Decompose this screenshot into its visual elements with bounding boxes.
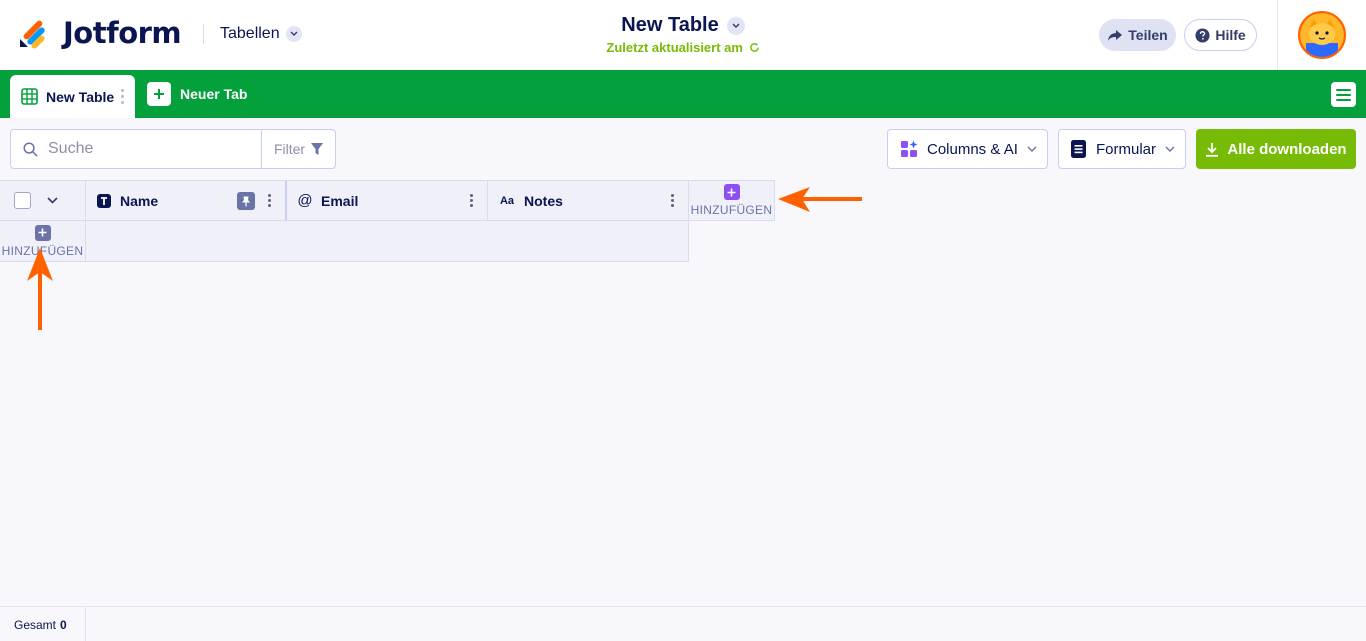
user-avatar[interactable]: [1298, 11, 1346, 59]
column-label: Name: [120, 192, 159, 209]
last-updated-text: Zuletzt aktualisiert am: [606, 40, 743, 55]
help-icon: [1195, 27, 1210, 43]
hamburger-menu-button[interactable]: [1331, 82, 1356, 107]
refresh-icon: [749, 42, 759, 52]
text-type-icon: [97, 193, 111, 208]
filter-button[interactable]: Filter: [262, 130, 335, 168]
tab-new-table[interactable]: New Table: [10, 75, 135, 118]
column-header-name[interactable]: Name: [86, 181, 287, 220]
cat-avatar-icon: [1300, 13, 1344, 57]
long-text-type-icon: Aa: [499, 194, 515, 207]
search-icon: [23, 141, 38, 157]
column-header-notes[interactable]: Aa Notes: [488, 181, 689, 220]
search-field[interactable]: [11, 130, 262, 168]
table-tab-bar: New Table Neuer Tab: [0, 70, 1366, 118]
pin-icon[interactable]: [237, 192, 255, 210]
plus-icon: [147, 82, 171, 106]
form-document-icon: [1071, 140, 1086, 158]
tab-label: New Table: [46, 88, 115, 105]
chevron-down-icon: [1027, 146, 1037, 152]
empty-row: [86, 221, 689, 262]
download-icon: [1206, 142, 1219, 157]
annotation-arrow-left-icon: [778, 187, 862, 212]
column-header-email[interactable]: @ Email: [287, 181, 488, 220]
page-title[interactable]: New Table: [621, 14, 718, 37]
email-type-icon: @: [297, 192, 313, 209]
table-footer: Gesamt 0: [0, 606, 1366, 641]
columns-ai-icon: [901, 140, 918, 157]
column-label: Email: [321, 192, 359, 209]
title-chevron-down-icon[interactable]: [726, 16, 745, 35]
app-header: Jotform Tabellen New Table Zuletzt aktua…: [0, 0, 1366, 70]
column-options-icon[interactable]: [268, 194, 271, 207]
share-icon: [1108, 29, 1123, 41]
download-all-label: Alle downloaden: [1227, 140, 1347, 158]
hamburger-icon: [1336, 88, 1351, 101]
columns-ai-button[interactable]: Columns & AI: [887, 129, 1048, 169]
add-plus-icon: [34, 224, 51, 241]
total-value: 0: [60, 617, 67, 632]
table-header-row: Name @ Email Aa Notes: [0, 180, 689, 221]
new-tab-button[interactable]: Neuer Tab: [147, 82, 247, 106]
form-label: Formular: [1096, 140, 1157, 158]
form-button[interactable]: Formular: [1058, 129, 1186, 169]
help-label: Hilfe: [1215, 27, 1246, 43]
share-button[interactable]: Teilen: [1099, 19, 1176, 51]
select-chevron-down-icon[interactable]: [47, 197, 58, 204]
column-label: Notes: [524, 192, 563, 209]
chevron-down-icon: [1165, 146, 1175, 152]
annotation-arrow-up-icon: [27, 248, 53, 330]
column-options-icon[interactable]: [671, 194, 674, 207]
select-all-column: [0, 181, 86, 220]
tab-options-icon[interactable]: [121, 89, 125, 104]
search-box: Filter: [10, 129, 336, 169]
add-column-label: HINZUFÜGEN: [690, 203, 773, 217]
new-tab-label: Neuer Tab: [180, 86, 248, 102]
total-label: Gesamt: [14, 617, 57, 632]
add-plus-icon: [723, 184, 740, 200]
table-grid-icon: [21, 88, 38, 105]
help-button[interactable]: Hilfe: [1184, 19, 1257, 51]
header-right-divider: [1277, 0, 1278, 70]
add-column-button[interactable]: HINZUFÜGEN: [689, 180, 775, 221]
row-total: Gesamt 0: [0, 607, 86, 641]
filter-funnel-icon: [311, 143, 324, 155]
share-label: Teilen: [1128, 27, 1168, 43]
download-all-button[interactable]: Alle downloaden: [1196, 129, 1356, 169]
columns-ai-label: Columns & AI: [927, 140, 1018, 158]
select-all-checkbox[interactable]: [14, 192, 31, 209]
column-options-icon[interactable]: [470, 194, 473, 207]
search-input[interactable]: [48, 140, 248, 158]
filter-label: Filter: [273, 141, 306, 157]
